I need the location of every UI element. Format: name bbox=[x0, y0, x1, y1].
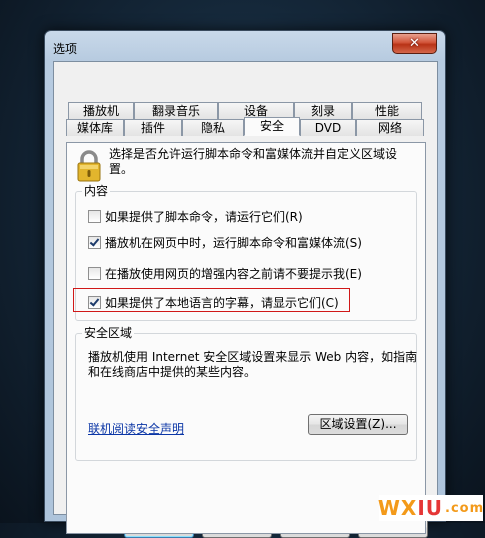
lock-icon bbox=[77, 150, 101, 182]
zone-settings-button[interactable]: 区域设置(Z)... bbox=[308, 414, 408, 435]
security-tab-panel: 选择是否允许运行脚本命令和富媒体流并自定义区域设置。 内容 如果提供了脚本命令，… bbox=[66, 142, 426, 534]
tab-performance[interactable]: 性能 bbox=[352, 102, 422, 119]
run-in-webpage-checkbox[interactable] bbox=[88, 236, 101, 249]
title-bar[interactable]: 选项 ✕ bbox=[45, 31, 445, 61]
security-zone-group: 安全区域 播放机使用 Internet 安全区域设置来显示 Web 内容，如指南… bbox=[75, 326, 418, 461]
tab-plugins[interactable]: 插件 bbox=[124, 119, 182, 136]
option-run-script-commands[interactable]: 如果提供了脚本命令，请运行它们(R) bbox=[88, 208, 303, 225]
run-script-label: 如果提供了脚本命令，请运行它们(R) bbox=[105, 210, 303, 224]
tab-player[interactable]: 播放机 bbox=[68, 102, 134, 119]
no-prompt-label: 在播放使用网页的增强内容之前请不要提示我(E) bbox=[105, 267, 362, 281]
window-title: 选项 bbox=[53, 42, 78, 56]
run-in-webpage-label: 播放机在网页中时，运行脚本命令和富媒体流(S) bbox=[105, 236, 362, 250]
option-no-prompt-enhanced[interactable]: 在播放使用网页的增强内容之前请不要提示我(E) bbox=[88, 265, 362, 282]
tab-network[interactable]: 网络 bbox=[356, 119, 424, 136]
red-highlight-box bbox=[73, 288, 350, 312]
no-prompt-checkbox[interactable] bbox=[88, 267, 101, 280]
content-group-label: 内容 bbox=[82, 184, 111, 198]
tab-security[interactable]: 安全 bbox=[244, 117, 300, 136]
close-button[interactable]: ✕ bbox=[392, 33, 437, 54]
tab-rip-music[interactable]: 翻录音乐 bbox=[134, 102, 218, 119]
tab-privacy[interactable]: 隐私 bbox=[182, 119, 244, 136]
intro-text: 选择是否允许运行脚本命令和富媒体流并自定义区域设置。 bbox=[109, 147, 398, 176]
security-zone-description: 播放机使用 Internet 安全区域设置来显示 Web 内容，如指南和在线商店… bbox=[88, 350, 418, 379]
run-script-checkbox[interactable] bbox=[88, 210, 101, 223]
dialog-client-area: 播放机 翻录音乐 设备 刻录 性能 媒体库 插件 隐私 安全 DVD 网络 选择… bbox=[53, 61, 438, 538]
options-dialog: 选项 ✕ 播放机 翻录音乐 设备 刻录 性能 媒体库 插件 隐私 安全 DVD … bbox=[44, 30, 446, 538]
tab-library[interactable]: 媒体库 bbox=[66, 119, 124, 136]
tab-dvd[interactable]: DVD bbox=[300, 119, 356, 136]
security-zone-label: 安全区域 bbox=[82, 326, 135, 340]
security-statement-link[interactable]: 联机阅读安全声明 bbox=[88, 420, 184, 437]
option-run-in-webpage[interactable]: 播放机在网页中时，运行脚本命令和富媒体流(S) bbox=[88, 234, 362, 251]
tab-burn[interactable]: 刻录 bbox=[294, 102, 352, 119]
site-watermark: W X IU .com bbox=[377, 495, 485, 521]
close-icon: ✕ bbox=[409, 36, 420, 51]
